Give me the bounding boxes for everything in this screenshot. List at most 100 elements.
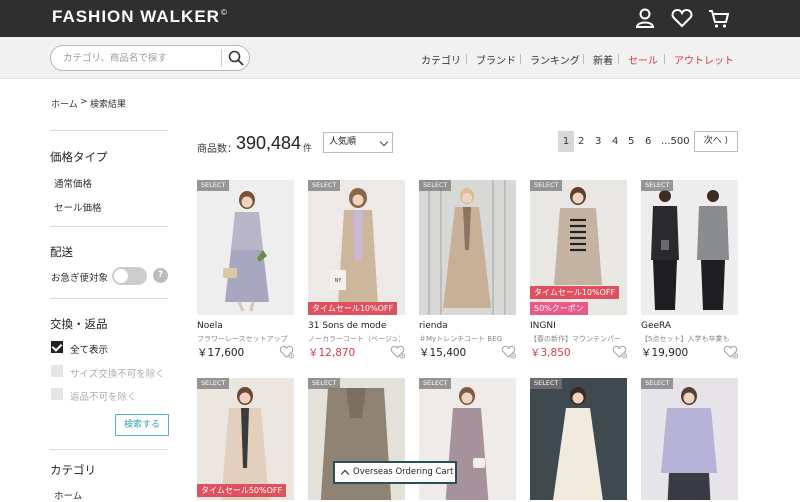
favorite-heart-icon[interactable] [390, 344, 405, 359]
favorite-heart-icon[interactable] [279, 344, 294, 359]
heart-icon[interactable] [671, 7, 693, 29]
product-image[interactable] [197, 378, 294, 500]
nav-divider [664, 54, 665, 64]
page-3[interactable]: 3 [595, 131, 601, 152]
sort-select[interactable]: 人気順 [323, 132, 393, 153]
result-count: 390,484 [236, 133, 302, 153]
page-5[interactable]: 5 [628, 131, 634, 152]
time-sale-label: タイムセール50%OFF [197, 484, 287, 497]
product-price: ￥15,400 [419, 347, 467, 359]
product-brand[interactable]: INGNI [530, 321, 556, 331]
price-type-heading: 価格タイプ [50, 150, 108, 164]
nav-divider [520, 54, 521, 64]
svg-text:NY: NY [335, 278, 343, 284]
select-badge: SELECT [419, 378, 452, 389]
express-label: お急ぎ便対象 [51, 273, 109, 284]
page-6[interactable]: 6 [645, 131, 651, 152]
time-sale-label: タイムセール10%OFF [530, 286, 620, 299]
user-icon[interactable] [634, 7, 656, 29]
nav-divider [466, 54, 467, 64]
select-badge: SELECT [308, 180, 341, 191]
delivery-heading: 配送 [50, 245, 73, 259]
count-unit: 件 [303, 144, 313, 154]
category-heading: カテゴリ [50, 463, 96, 477]
product-image[interactable] [197, 180, 294, 315]
select-badge: SELECT [641, 180, 674, 191]
product-card[interactable]: SELECT [641, 378, 738, 500]
select-badge: SELECT [530, 180, 563, 191]
filter-sale-price[interactable]: セール価格 [54, 200, 102, 214]
nav-category[interactable]: カテゴリ [421, 52, 461, 67]
favorite-heart-icon[interactable] [501, 344, 516, 359]
nav-brand[interactable]: ブランド [476, 52, 516, 67]
breadcrumb-home[interactable]: ホーム [51, 97, 78, 110]
product-name[interactable]: フラワーレースセットアップ [197, 334, 289, 344]
select-badge: SELECT [308, 378, 341, 389]
filter-regular-price[interactable]: 通常価格 [54, 176, 92, 190]
search-input[interactable] [63, 46, 218, 70]
coupon-label: 50%クーポン [530, 302, 588, 315]
product-brand[interactable]: GeeRA [641, 321, 671, 331]
sidebar-divider [50, 298, 168, 299]
checkbox-show-all[interactable] [51, 341, 63, 353]
show-all-label: 全て表示 [70, 345, 109, 356]
product-price: ￥19,900 [641, 347, 689, 359]
product-card[interactable]: SELECT タイムセール50%OFF [197, 378, 294, 500]
cart-icon[interactable] [708, 7, 730, 29]
nav-ranking[interactable]: ランキング [530, 52, 580, 67]
exclude-no-return-label: 返品不可を除く [70, 392, 137, 403]
product-image[interactable] [641, 378, 738, 500]
breadcrumb-separator: > [80, 97, 88, 107]
nav-new[interactable]: 新着 [593, 52, 613, 67]
page-4[interactable]: 4 [612, 131, 618, 152]
select-badge: SELECT [641, 378, 674, 389]
product-image[interactable] [641, 180, 738, 315]
search-box [50, 45, 250, 71]
product-brand[interactable]: rienda [419, 321, 448, 331]
favorite-heart-icon[interactable] [612, 344, 627, 359]
select-badge: SELECT [197, 180, 230, 191]
sidebar-divider [50, 130, 168, 131]
product-brand[interactable]: Noela [197, 321, 223, 331]
product-image[interactable] [530, 378, 627, 500]
product-image[interactable] [419, 180, 516, 315]
sidebar-divider [50, 226, 168, 227]
product-name[interactable]: ノーカラーコート（ベージュ） [308, 334, 400, 344]
product-price: ￥3,850 [530, 347, 571, 359]
favorite-heart-icon[interactable] [723, 344, 738, 359]
express-toggle[interactable] [112, 267, 147, 285]
page-last[interactable]: ...500 [661, 131, 690, 152]
search-divider [221, 49, 222, 67]
sidebar-divider [50, 449, 168, 450]
site-logo[interactable]: FASHION WALKER© [52, 7, 228, 27]
overseas-cart-button[interactable]: Overseas Ordering Cart [333, 461, 457, 484]
time-sale-label: タイムセール10%OFF [308, 302, 398, 315]
product-name[interactable]: 【5点セット】入学も卒業も [641, 334, 733, 344]
page-2[interactable]: 2 [578, 131, 584, 152]
product-name[interactable]: 【春の新作】マウンテンパーカー [530, 334, 622, 344]
select-badge: SELECT [530, 378, 563, 389]
product-price: ￥12,870 [308, 347, 356, 359]
product-name[interactable]: ＃Myトレンチコート BEG [419, 334, 511, 344]
breadcrumb-current: 検索結果 [90, 100, 127, 110]
nav-sale[interactable]: セール [628, 52, 658, 67]
product-image[interactable]: NY [308, 180, 405, 315]
search-filter-button[interactable]: 検索する [115, 414, 169, 436]
nav-divider [583, 54, 584, 64]
nav-divider [618, 54, 619, 64]
count-label: 商品数： [197, 144, 237, 155]
checkbox-exclude-no-exchange[interactable] [51, 365, 63, 377]
checkbox-exclude-no-return[interactable] [51, 388, 63, 400]
product-brand[interactable]: 31 Sons de mode [308, 321, 386, 331]
search-icon[interactable] [227, 49, 245, 67]
product-price: ￥17,600 [197, 347, 245, 359]
select-badge: SELECT [197, 378, 230, 389]
page-1[interactable]: 1 [558, 131, 574, 152]
exclude-no-exchange-label: サイズ交換不可を除く [70, 369, 165, 380]
nav-outlet[interactable]: アウトレット [674, 52, 734, 67]
product-card[interactable]: SELECT [530, 378, 627, 500]
next-page-button[interactable]: 次へ ⟩ [694, 131, 738, 152]
help-icon[interactable]: ? [153, 268, 168, 283]
select-badge: SELECT [419, 180, 452, 191]
exchange-heading: 交換・返品 [50, 317, 108, 331]
